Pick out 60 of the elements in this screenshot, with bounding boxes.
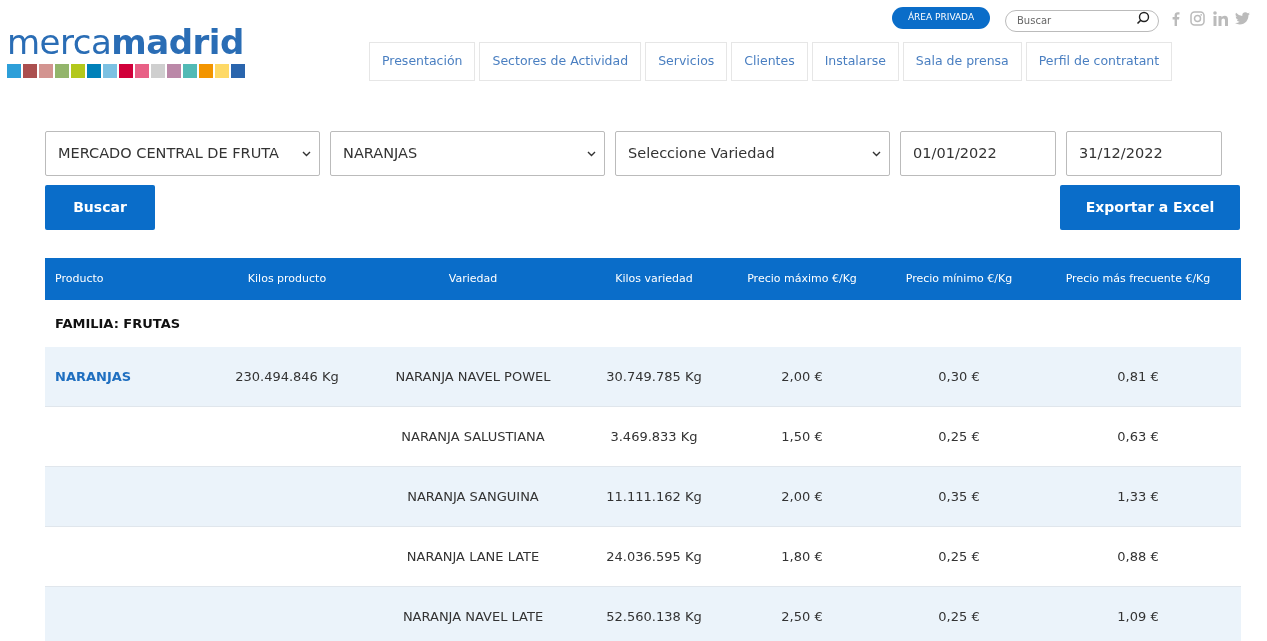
export-button[interactable]: Exportar a Excel <box>1060 185 1240 230</box>
table-cell-text: 11.111.162 Kg <box>606 487 702 506</box>
table-cell-text: 1,33 € <box>1117 487 1159 506</box>
family-heading: FAMILIA: FRUTAS <box>55 314 181 333</box>
date-field[interactable]: 31/12/2022 <box>1066 131 1222 176</box>
table-cell-text: NARANJA SANGUINA <box>407 487 539 506</box>
nav-link[interactable]: Servicios <box>645 42 728 81</box>
nav-link[interactable]: Presentación <box>369 42 476 81</box>
column-header: Kilos producto <box>247 270 327 287</box>
instagram-icon[interactable] <box>1190 10 1205 26</box>
facebook-icon[interactable] <box>1171 10 1180 26</box>
column-header: Precio más frecuente €/Kg <box>1065 270 1211 287</box>
table-cell-text: 1,09 € <box>1117 607 1159 626</box>
table-cell-text: 0,25 € <box>938 607 980 626</box>
table-cell-text: 230.494.846 Kg <box>235 367 339 386</box>
search-field[interactable]: Buscar <box>1005 9 1159 32</box>
table-cell-text: 2,00 € <box>781 367 823 386</box>
table-cell-text: 1,80 € <box>781 547 823 566</box>
table-cell-text: 0,25 € <box>938 427 980 446</box>
search-button[interactable]: Buscar <box>45 185 155 230</box>
table-cell-text: NARANJA NAVEL LATE <box>402 607 544 626</box>
column-header: Precio mínimo €/Kg <box>905 270 1013 287</box>
select-field[interactable]: NARANJAS <box>330 131 606 176</box>
table-cell-text: 0,35 € <box>938 487 980 506</box>
column-header: Variedad <box>448 270 498 287</box>
table-cell-text: 0,25 € <box>938 547 980 566</box>
table-cell-text: 2,00 € <box>781 487 823 506</box>
date-field[interactable]: 01/01/2022 <box>900 131 1057 176</box>
logo-text[interactable]: mercamadrid <box>7 24 249 60</box>
search-icon <box>1136 11 1150 25</box>
nav-link[interactable]: Clientes <box>731 42 808 81</box>
table-cell-text: 52.560.138 Kg <box>606 607 702 626</box>
table-cell-text: 2,50 € <box>781 607 823 626</box>
table-cell-text: 0,88 € <box>1117 547 1159 566</box>
chevron-down-icon <box>587 150 597 157</box>
column-header: Precio máximo €/Kg <box>747 270 857 287</box>
bird-icon[interactable] <box>1235 11 1250 25</box>
chevron-down-icon <box>302 150 312 157</box>
table-cell-text: NARANJA NAVEL POWEL <box>395 367 551 386</box>
table-cell-text: 0,81 € <box>1117 367 1159 386</box>
nav-link[interactable]: Instalarse <box>811 42 899 81</box>
column-header: Producto <box>55 270 104 287</box>
private-area-button[interactable]: ÁREA PRIVADA <box>892 7 990 29</box>
column-header: Kilos variedad <box>615 270 693 287</box>
table-cell-text: 24.036.595 Kg <box>606 547 702 566</box>
product-link[interactable]: NARANJAS <box>55 366 132 387</box>
chevron-down-icon <box>872 150 882 157</box>
table-cell-text: NARANJA SALUSTIANA <box>401 427 545 446</box>
nav-link[interactable]: Sala de prensa <box>902 42 1022 81</box>
nav-link[interactable]: Perfil de contratant <box>1025 42 1173 81</box>
table-cell-text: 1,50 € <box>781 427 823 446</box>
select-field[interactable]: MERCADO CENTRAL DE FRUTA <box>45 131 321 176</box>
table-cell-text: 30.749.785 Kg <box>606 367 702 386</box>
table-cell-text: 0,63 € <box>1117 427 1159 446</box>
table-cell-text: 3.469.833 Kg <box>610 427 698 446</box>
nav-link[interactable]: Sectores de Actividad <box>479 42 642 81</box>
table-cell-text: NARANJA LANE LATE <box>406 547 540 566</box>
linkedin-icon[interactable] <box>1213 10 1228 26</box>
select-field[interactable]: Seleccione Variedad <box>615 131 891 176</box>
table-cell-text: 0,30 € <box>938 367 980 386</box>
